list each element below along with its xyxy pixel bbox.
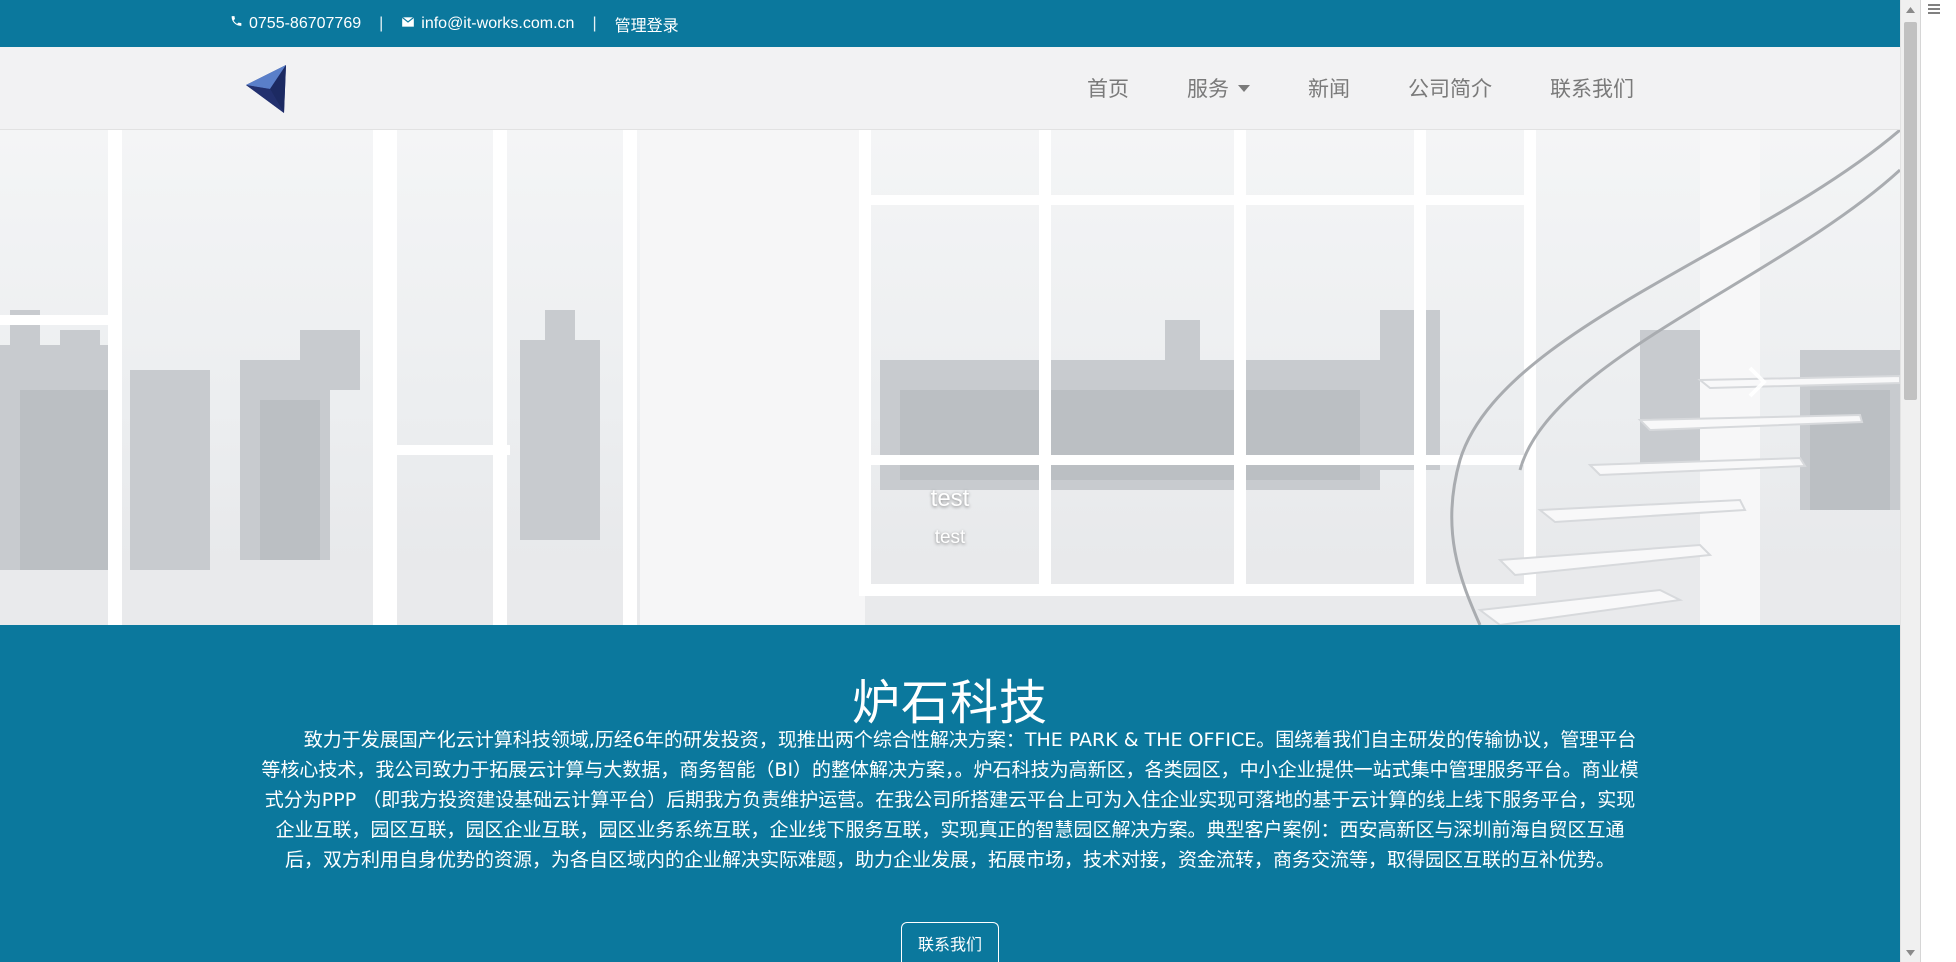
- page: 0755-86707769 | info@it-works.com.cn | 管…: [0, 0, 1900, 962]
- triangle-logo[interactable]: [240, 63, 288, 113]
- nav-item-home[interactable]: 首页: [1058, 73, 1158, 103]
- envelope-icon: [401, 15, 415, 33]
- caret-down-icon: [1238, 84, 1250, 92]
- phone-contact: 0755-86707769: [230, 14, 361, 33]
- nav-item-label: 公司简介: [1408, 78, 1492, 101]
- top-contact-bar: 0755-86707769 | info@it-works.com.cn | 管…: [0, 0, 1900, 47]
- nav-item-about[interactable]: 公司简介: [1379, 73, 1521, 103]
- nav-item-label: 新闻: [1308, 78, 1350, 101]
- chevron-right-icon[interactable]: [1742, 362, 1772, 402]
- carousel-indicators: [884, 587, 986, 591]
- hero-background-image: [0, 130, 1900, 625]
- separator: |: [379, 14, 384, 32]
- vertical-scrollbar[interactable]: [1900, 0, 1920, 962]
- nav-item-label: 联系我们: [1550, 78, 1634, 101]
- scroll-down-icon[interactable]: [1901, 943, 1920, 962]
- about-section: 炉石科技 致力于发展国产化云计算科技领域,历经6年的研发投资，现推出两个综合性解…: [0, 625, 1900, 962]
- carousel-caption-subtitle: test: [934, 527, 966, 548]
- section-title: 炉石科技: [851, 675, 1048, 731]
- side-panel-edge: [1920, 0, 1956, 962]
- nav-item-label: 首页: [1087, 78, 1129, 101]
- main-navbar: 首页 服务 新闻 公司简介 联系我们: [0, 47, 1900, 130]
- email-contact[interactable]: info@it-works.com.cn: [401, 15, 574, 33]
- carousel-indicator[interactable]: [946, 587, 986, 591]
- nav-item-news[interactable]: 新闻: [1279, 73, 1379, 103]
- scroll-up-icon[interactable]: [1901, 0, 1920, 19]
- nav-item-label: 服务: [1187, 78, 1229, 101]
- carousel-indicator[interactable]: [884, 587, 924, 591]
- about-description: 致力于发展国产化云计算科技领域,历经6年的研发投资，现推出两个综合性解决方案：T…: [261, 729, 1639, 871]
- phone-icon: [230, 14, 243, 33]
- separator: |: [592, 14, 597, 32]
- nav-item-services[interactable]: 服务: [1158, 73, 1279, 103]
- scrollbar-thumb[interactable]: [1904, 22, 1917, 400]
- phone-number: 0755-86707769: [249, 14, 362, 32]
- admin-login-link[interactable]: 管理登录: [615, 12, 679, 36]
- hero-carousel[interactable]: test test: [0, 130, 1900, 625]
- email-address[interactable]: info@it-works.com.cn: [421, 15, 574, 33]
- carousel-caption-title: test: [930, 485, 970, 512]
- nav-menu: 首页 服务 新闻 公司简介 联系我们: [1058, 47, 1634, 129]
- contact-us-button[interactable]: 联系我们: [901, 922, 999, 962]
- nav-item-contact[interactable]: 联系我们: [1521, 73, 1634, 103]
- menu-icon[interactable]: [1927, 2, 1941, 16]
